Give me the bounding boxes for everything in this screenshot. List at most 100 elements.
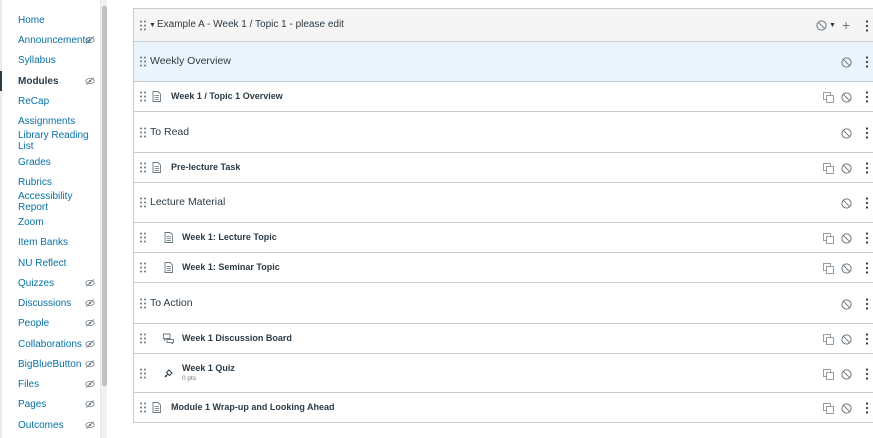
item-options-icon[interactable] [865, 333, 869, 345]
duplicate-icon[interactable] [823, 163, 834, 174]
item-title-link[interactable]: Week 1 Discussion Board [182, 333, 292, 343]
drag-handle-icon[interactable] [139, 127, 147, 138]
unpublished-icon[interactable] [841, 299, 852, 310]
nav-item-rubrics[interactable]: Rubrics [0, 172, 100, 192]
drag-handle-icon[interactable] [139, 262, 147, 273]
text-header-row[interactable]: To Read [134, 112, 873, 153]
nav-item-modules[interactable]: Modules [0, 71, 100, 91]
nav-item-item-banks[interactable]: Item Banks [0, 232, 100, 252]
unpublished-icon[interactable] [841, 57, 852, 68]
drag-handle-icon[interactable] [139, 91, 147, 102]
item-options-icon[interactable] [865, 232, 869, 244]
module-item-row[interactable]: Week 1: Seminar Topic [134, 253, 873, 283]
nav-item-label: Announcements [18, 34, 91, 46]
duplicate-icon[interactable] [823, 233, 834, 244]
item-options-icon[interactable] [865, 402, 869, 414]
item-options-icon[interactable] [865, 298, 869, 310]
item-title-link[interactable]: Week 1 Quiz [182, 363, 235, 373]
unpublished-icon[interactable] [841, 128, 852, 139]
nav-item-label: Outcomes [18, 419, 64, 431]
unpublished-icon[interactable] [841, 198, 852, 209]
hidden-from-students-icon [85, 278, 95, 288]
text-header-title: Weekly Overview [150, 55, 231, 67]
nav-item-accessibility-report[interactable]: Accessibility Report [0, 191, 100, 213]
drag-handle-icon[interactable] [139, 333, 147, 344]
module-item-row[interactable]: Week 1 Quiz 0 pts [134, 354, 873, 393]
module-item-row[interactable]: Module 1 Wrap-up and Looking Ahead [134, 393, 873, 423]
module-item-row[interactable]: Pre-lecture Task [134, 153, 873, 183]
item-title-link[interactable]: Pre-lecture Task [171, 162, 240, 172]
text-header-row[interactable]: To Action [134, 283, 873, 324]
drag-handle-icon[interactable] [139, 368, 147, 379]
nav-item-nu-reflect[interactable]: NU Reflect [0, 253, 100, 273]
unpublished-icon[interactable] [841, 233, 852, 244]
unpublished-icon[interactable] [841, 403, 852, 414]
nav-item-people[interactable]: People [0, 313, 100, 333]
nav-item-outcomes[interactable]: Outcomes [0, 415, 100, 435]
nav-item-pages[interactable]: Pages [0, 394, 100, 414]
drag-handle-icon[interactable] [139, 20, 147, 31]
item-title-link[interactable]: Week 1: Lecture Topic [182, 232, 277, 242]
nav-item-bigbluebutton[interactable]: BigBlueButton [0, 354, 100, 374]
drag-handle-icon[interactable] [139, 197, 147, 208]
item-title-link[interactable]: Module 1 Wrap-up and Looking Ahead [171, 402, 335, 412]
duplicate-icon[interactable] [823, 92, 834, 103]
nav-item-assignments[interactable]: Assignments [0, 111, 100, 131]
add-item-icon[interactable]: + [842, 17, 850, 33]
module-item-row[interactable]: Week 1: Lecture Topic [134, 223, 873, 253]
item-title-link[interactable]: Week 1 / Topic 1 Overview [171, 91, 283, 101]
text-header-row[interactable]: Lecture Material [134, 183, 873, 223]
module-item-row[interactable]: Week 1 / Topic 1 Overview [134, 82, 873, 112]
unpublished-icon[interactable] [841, 92, 852, 103]
duplicate-icon[interactable] [823, 334, 834, 345]
hidden-from-students-icon [85, 359, 95, 369]
drag-handle-icon[interactable] [139, 232, 147, 243]
item-options-icon[interactable] [865, 91, 869, 103]
module-options-icon[interactable] [865, 20, 869, 32]
hidden-from-students-icon [85, 420, 95, 430]
nav-item-syllabus[interactable]: Syllabus [0, 50, 100, 70]
item-options-icon[interactable] [865, 162, 869, 174]
nav-item-quizzes[interactable]: Quizzes [0, 273, 100, 293]
unpublished-icon[interactable] [841, 334, 852, 345]
hidden-from-students-icon [85, 399, 95, 409]
item-options-icon[interactable] [865, 56, 869, 68]
drag-handle-icon[interactable] [139, 402, 147, 413]
unpublished-icon[interactable] [841, 263, 852, 274]
nav-item-zoom[interactable]: Zoom [0, 212, 100, 232]
nav-item-collaborations[interactable]: Collaborations [0, 334, 100, 354]
collapse-caret-icon[interactable]: ▼ [149, 22, 156, 29]
publish-menu-caret-icon[interactable]: ▼ [829, 22, 836, 29]
nav-item-files[interactable]: Files [0, 374, 100, 394]
sidebar-scrollbar[interactable] [100, 0, 107, 438]
drag-handle-icon[interactable] [139, 298, 147, 309]
nav-item-grades[interactable]: Grades [0, 152, 100, 172]
nav-item-label: Library Reading List [18, 130, 89, 152]
duplicate-icon[interactable] [823, 263, 834, 274]
nav-item-announcements[interactable]: Announcements [0, 30, 100, 50]
item-options-icon[interactable] [865, 368, 869, 380]
module-header[interactable]: ▼ Example A - Week 1 / Topic 1 - please … [134, 9, 873, 42]
text-header-row[interactable]: Weekly Overview [134, 42, 873, 82]
module-item-row[interactable]: Week 1 Discussion Board [134, 324, 873, 354]
nav-item-home[interactable]: Home [0, 10, 100, 30]
drag-handle-icon[interactable] [139, 56, 147, 67]
nav-item-library-reading-list[interactable]: Library Reading List [0, 130, 100, 152]
nav-item-label: Assignments [18, 115, 76, 127]
nav-item-discussions[interactable]: Discussions [0, 293, 100, 313]
scrollbar-thumb[interactable] [102, 6, 107, 386]
duplicate-icon[interactable] [823, 403, 834, 414]
drag-handle-icon[interactable] [139, 162, 147, 173]
unpublished-icon[interactable] [841, 369, 852, 380]
item-title-link[interactable]: Week 1: Seminar Topic [182, 262, 280, 272]
hidden-from-students-icon [85, 35, 95, 45]
nav-item-recap[interactable]: ReCap [0, 91, 100, 111]
item-options-icon[interactable] [865, 127, 869, 139]
nav-item-label: Grades [18, 156, 51, 168]
unpublished-icon[interactable] [816, 20, 827, 31]
nav-item-label: BigBlueButton [18, 358, 82, 370]
unpublished-icon[interactable] [841, 163, 852, 174]
item-options-icon[interactable] [865, 262, 869, 274]
item-options-icon[interactable] [865, 197, 869, 209]
duplicate-icon[interactable] [823, 369, 834, 380]
